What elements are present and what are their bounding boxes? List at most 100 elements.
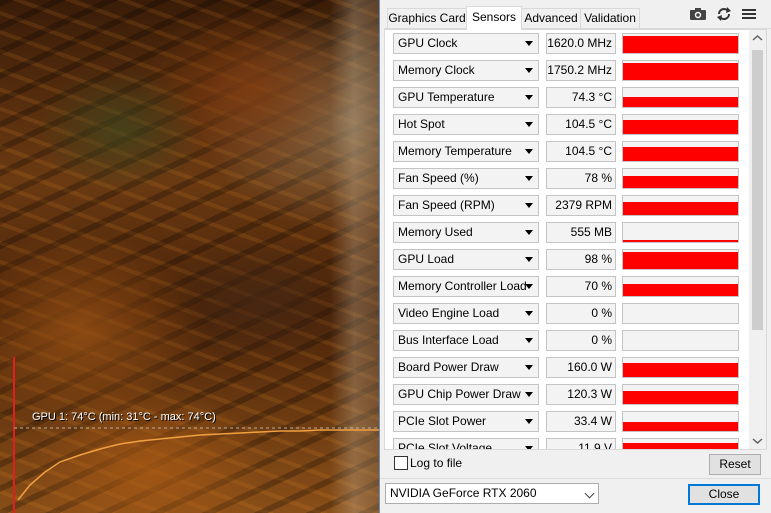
sensor-graph-fill xyxy=(623,363,738,377)
dropdown-arrow-icon xyxy=(525,95,533,100)
refresh-icon[interactable] xyxy=(715,6,733,22)
sensor-name: Fan Speed (RPM) xyxy=(398,198,495,212)
sensor-graph xyxy=(622,141,739,162)
sensor-name-dropdown[interactable]: Fan Speed (%) xyxy=(393,168,539,189)
dropdown-arrow-icon xyxy=(525,68,533,73)
sensor-value: 120.3 W xyxy=(546,384,616,405)
sensor-row: GPU Load 98 % xyxy=(393,249,744,272)
sensor-value: 74.3 °C xyxy=(546,87,616,108)
log-to-file-checkbox[interactable] xyxy=(394,456,408,470)
sensor-name: Bus Interface Load xyxy=(398,333,499,347)
camera-icon[interactable] xyxy=(689,6,707,22)
sensor-graph-fill xyxy=(623,147,738,161)
sensor-graph xyxy=(622,195,739,216)
sensor-name: Memory Used xyxy=(398,225,473,239)
sensor-graph xyxy=(622,330,739,351)
sensor-graph xyxy=(622,411,739,432)
dropdown-arrow-icon xyxy=(525,446,533,449)
sensor-graph-fill xyxy=(623,422,738,431)
sensor-name-dropdown[interactable]: PCIe Slot Voltage xyxy=(393,438,539,449)
sensor-scrollbar[interactable] xyxy=(749,30,766,449)
sensor-row: Board Power Draw 160.0 W xyxy=(393,357,744,380)
sensor-name: GPU Clock xyxy=(398,36,458,50)
sensor-graph-fill xyxy=(623,284,738,296)
sensors-panel: GPU Clock 1620.0 MHz Memory Clock 1750.2 MH… xyxy=(384,29,767,450)
sensor-row: Hot Spot 104.5 °C xyxy=(393,114,744,137)
hamburger-menu-icon[interactable] xyxy=(740,6,758,22)
sensor-name: Hot Spot xyxy=(398,117,445,131)
scroll-down-icon[interactable] xyxy=(749,432,766,449)
dropdown-arrow-icon xyxy=(525,392,533,397)
gpuz-window: Graphics Card Sensors Advanced Validatio… xyxy=(379,0,771,513)
sensor-name-dropdown[interactable]: Memory Used xyxy=(393,222,539,243)
sensor-name-dropdown[interactable]: Video Engine Load xyxy=(393,303,539,324)
sensor-value: 78 % xyxy=(546,168,616,189)
sensor-name-dropdown[interactable]: Memory Temperature xyxy=(393,141,539,162)
sensor-row: PCIe Slot Voltage 11.9 V xyxy=(393,438,744,449)
tab-advanced[interactable]: Advanced xyxy=(521,8,581,28)
sensor-row: Memory Clock 1750.2 MHz xyxy=(393,60,744,83)
sensor-value: 98 % xyxy=(546,249,616,270)
sensor-graph xyxy=(622,60,739,81)
sensor-graph xyxy=(622,276,739,297)
dropdown-arrow-icon xyxy=(525,176,533,181)
sensor-value: 0 % xyxy=(546,303,616,324)
sensor-row: PCIe Slot Power 33.4 W xyxy=(393,411,744,434)
sensor-name-dropdown[interactable]: GPU Temperature xyxy=(393,87,539,108)
dropdown-arrow-icon xyxy=(525,122,533,127)
dropdown-arrow-icon xyxy=(525,311,533,316)
sensor-graph xyxy=(622,33,739,54)
sensor-graph-fill xyxy=(623,36,738,53)
sensor-graph xyxy=(622,438,739,449)
dropdown-arrow-icon xyxy=(525,203,533,208)
sensor-value: 1620.0 MHz xyxy=(546,33,616,54)
sensor-graph xyxy=(622,87,739,108)
sensor-value: 2379 RPM xyxy=(546,195,616,216)
sensor-graph-fill xyxy=(623,202,738,215)
gpu-temperature-overlay-text: GPU 1: 74°C (min: 31°C - max: 74°C) xyxy=(32,411,216,423)
sensor-name-dropdown[interactable]: GPU Load xyxy=(393,249,539,270)
sensor-value: 33.4 W xyxy=(546,411,616,432)
sensor-name: GPU Chip Power Draw xyxy=(398,387,521,401)
sensor-row: Fan Speed (%) 78 % xyxy=(393,168,744,191)
sensor-name: GPU Load xyxy=(398,252,455,266)
sensor-name-dropdown[interactable]: PCIe Slot Power xyxy=(393,411,539,432)
sensor-name-dropdown[interactable]: GPU Clock xyxy=(393,33,539,54)
reset-button[interactable]: Reset xyxy=(709,454,761,475)
sensor-name-dropdown[interactable]: Hot Spot xyxy=(393,114,539,135)
sensor-name-dropdown[interactable]: Board Power Draw xyxy=(393,357,539,378)
sensor-name: GPU Temperature xyxy=(398,90,495,104)
sensor-name-dropdown[interactable]: Bus Interface Load xyxy=(393,330,539,351)
sensor-graph-fill xyxy=(623,176,738,188)
graph-temperature-line xyxy=(17,429,380,501)
sensor-graph-fill xyxy=(623,97,738,107)
scrollbar-thumb[interactable] xyxy=(752,50,763,330)
sensor-row: Memory Controller Load 70 % xyxy=(393,276,744,299)
sensor-name: Video Engine Load xyxy=(398,306,500,320)
sensor-value: 11.9 V xyxy=(546,438,616,449)
sensor-name: PCIe Slot Voltage xyxy=(398,441,493,449)
sensor-graph xyxy=(622,114,739,135)
sensor-graph-fill xyxy=(623,240,738,242)
gpu-select-dropdown[interactable]: NVIDIA GeForce RTX 2060 xyxy=(385,483,599,504)
close-button[interactable]: Close xyxy=(688,484,760,505)
dropdown-arrow-icon xyxy=(525,41,533,46)
sensor-name-dropdown[interactable]: Memory Clock xyxy=(393,60,539,81)
tab-validation[interactable]: Validation xyxy=(580,8,640,28)
sensor-name: PCIe Slot Power xyxy=(398,414,487,428)
sensor-name-dropdown[interactable]: GPU Chip Power Draw xyxy=(393,384,539,405)
sensor-name: Memory Clock xyxy=(398,63,475,77)
sensor-name-dropdown[interactable]: Memory Controller Load xyxy=(393,276,539,297)
dropdown-arrow-icon xyxy=(525,365,533,370)
tab-graphics-card[interactable]: Graphics Card xyxy=(387,8,467,28)
log-to-file-label: Log to file xyxy=(410,456,463,470)
dropdown-arrow-icon xyxy=(525,338,533,343)
sensor-row: Bus Interface Load 0 % xyxy=(393,330,744,353)
chevron-down-icon xyxy=(584,488,595,499)
sensor-name-dropdown[interactable]: Fan Speed (RPM) xyxy=(393,195,539,216)
scroll-up-icon[interactable] xyxy=(749,30,766,47)
tab-sensors[interactable]: Sensors xyxy=(466,6,522,30)
sensor-list: GPU Clock 1620.0 MHz Memory Clock 1750.2 MH… xyxy=(393,33,744,449)
sensor-row: GPU Chip Power Draw 120.3 W xyxy=(393,384,744,407)
sensor-row: GPU Clock 1620.0 MHz xyxy=(393,33,744,56)
